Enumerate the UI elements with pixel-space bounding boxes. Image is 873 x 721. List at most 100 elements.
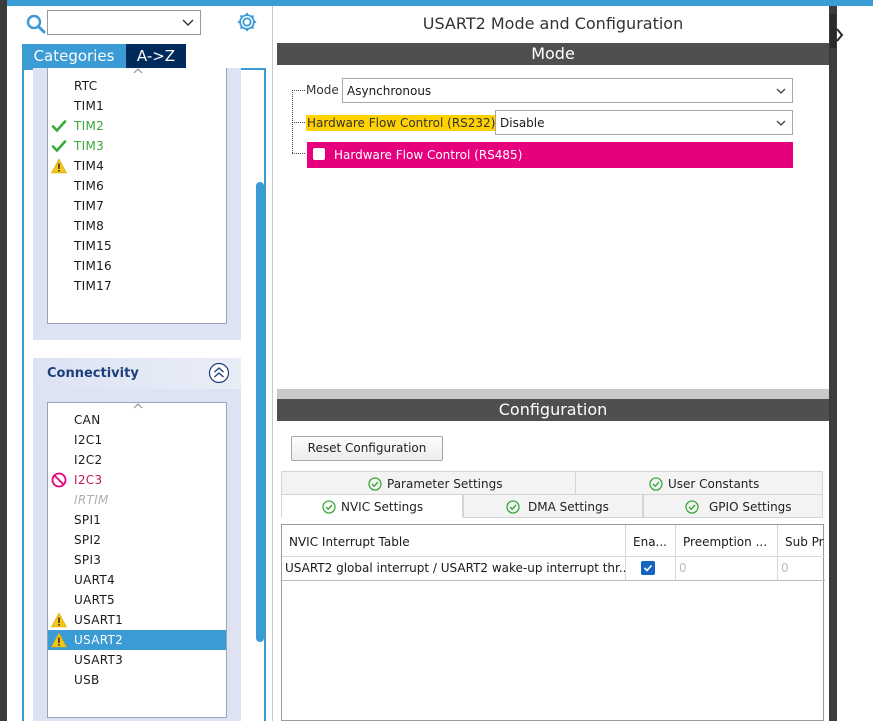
gear-icon[interactable] (236, 11, 258, 33)
list-item-tim8[interactable]: TIM8 (48, 216, 226, 236)
category-scrollbar[interactable] (256, 182, 264, 642)
column-header-label: Sub Pr (785, 535, 824, 549)
list-item-label: SPI3 (74, 553, 102, 567)
column-header[interactable]: NVIC Interrupt Table (282, 525, 626, 557)
list-item-tim1[interactable]: TIM1 (48, 96, 226, 116)
list-item-label: USB (74, 673, 100, 687)
connectivity-header[interactable]: Connectivity (33, 358, 241, 389)
rs485-row[interactable]: Hardware Flow Control (RS485) (307, 142, 793, 168)
list-item-tim7[interactable]: TIM7 (48, 196, 226, 216)
list-item-tim2[interactable]: TIM2 (48, 116, 226, 136)
list-item-label: TIM17 (74, 279, 112, 293)
tab-user-constants[interactable]: User Constants (575, 471, 823, 495)
list-item-label: UART5 (74, 593, 115, 607)
check-icon (51, 120, 67, 133)
list-item-i2c1[interactable]: I2C1 (48, 430, 226, 450)
list-item-label: TIM8 (74, 219, 105, 233)
sub-priority-value: 0 (781, 561, 789, 575)
list-item-rtc[interactable]: RTC (48, 76, 226, 96)
list-item-label: TIM7 (74, 199, 105, 213)
collapse-icon[interactable] (208, 362, 230, 384)
column-header-label: Ena... (633, 535, 667, 549)
check-circle-icon (506, 500, 520, 514)
reset-configuration-button[interactable]: Reset Configuration (291, 436, 443, 461)
tab-parameter-settings[interactable]: Parameter Settings (281, 471, 576, 495)
table-row-interrupt-name[interactable]: USART2 global interrupt / USART2 wake-up… (282, 557, 626, 581)
column-header[interactable]: Sub Pr (778, 525, 825, 557)
categories-panel: Categories A->Z RTC TIM1 TIM2 TIM3 TIM4 TIM6 T… (7, 6, 273, 721)
chevron-down-icon[interactable] (181, 16, 195, 30)
preemption-value: 0 (679, 561, 687, 575)
list-item-tim16[interactable]: TIM16 (48, 256, 226, 276)
connectivity-list: CAN I2C1 I2C2 I2C3 IRTIM SPI1 SPI2 SPI3 UART4 UAR… (47, 402, 227, 718)
list-item-tim15[interactable]: TIM15 (48, 236, 226, 256)
connectivity-title: Connectivity (47, 366, 139, 381)
collapse-arrow-icon[interactable] (836, 28, 844, 42)
tab-gpio-settings[interactable]: GPIO Settings (643, 494, 823, 518)
list-item-i2c3[interactable]: I2C3 (48, 470, 226, 490)
rs232-value: Disable (500, 116, 545, 130)
left-window-edge (0, 0, 7, 721)
list-item-usart1[interactable]: USART1 (48, 610, 226, 630)
list-item-label: I2C1 (74, 433, 103, 447)
list-item-label: IRTIM (74, 493, 109, 507)
list-item-tim4[interactable]: TIM4 (48, 156, 226, 176)
mode-select[interactable]: Asynchronous (342, 78, 793, 103)
list-item-usb[interactable]: USB (48, 670, 226, 690)
list-item-spi2[interactable]: SPI2 (48, 530, 226, 550)
scroll-up-caret-icon[interactable] (133, 403, 143, 409)
tab-label: NVIC Settings (341, 500, 424, 514)
list-item-tim17[interactable]: TIM17 (48, 276, 226, 296)
page-title: USART2 Mode and Configuration (422, 14, 684, 33)
chevron-down-icon (776, 120, 786, 126)
column-header[interactable]: Preemption ... (676, 525, 778, 557)
list-item-uart5[interactable]: UART5 (48, 590, 226, 610)
mode-section-header: Mode (277, 43, 829, 65)
tab-a-to-z[interactable]: A->Z (126, 44, 186, 68)
list-item-label: CAN (74, 413, 101, 427)
list-item-uart4[interactable]: UART4 (48, 570, 226, 590)
table-row-enabled[interactable] (626, 557, 676, 581)
list-item-label: SPI2 (74, 533, 102, 547)
tab-categories[interactable]: Categories (22, 44, 126, 68)
tree-connector (292, 153, 305, 154)
table-row-preemption[interactable]: 0 (676, 557, 778, 581)
column-header[interactable]: Ena... (626, 525, 676, 557)
check-circle-icon (649, 477, 663, 491)
check-icon (51, 140, 67, 153)
list-item-tim6[interactable]: TIM6 (48, 176, 226, 196)
mode-configuration-panel: USART2 Mode and Configuration Mode Mode … (277, 6, 829, 721)
list-item-spi3[interactable]: SPI3 (48, 550, 226, 570)
tree-connector (292, 90, 305, 91)
warning-icon (51, 158, 67, 174)
list-item-label: USART2 (74, 633, 124, 647)
rs485-label: Hardware Flow Control (RS485) (334, 148, 523, 162)
rs485-checkbox[interactable] (313, 148, 325, 160)
list-item-label: TIM2 (74, 119, 105, 133)
table-row-sub-priority[interactable]: 0 (778, 557, 825, 581)
tab-label: GPIO Settings (709, 500, 792, 514)
list-item-label: SPI1 (74, 513, 102, 527)
list-item-can[interactable]: CAN (48, 410, 226, 430)
search-input[interactable] (47, 10, 201, 35)
mode-value: Asynchronous (347, 84, 432, 98)
tab-label: Parameter Settings (387, 477, 503, 491)
search-icon[interactable] (26, 14, 46, 34)
list-item-irtim[interactable]: IRTIM (48, 490, 226, 510)
scroll-up-caret-icon[interactable] (133, 68, 143, 74)
list-item-spi1[interactable]: SPI1 (48, 510, 226, 530)
list-item-usart2[interactable]: USART2 (48, 630, 226, 650)
checkbox-checked-icon[interactable] (641, 561, 655, 575)
list-item-i2c2[interactable]: I2C2 (48, 450, 226, 470)
check-circle-icon (368, 477, 382, 491)
tab-nvic-settings[interactable]: NVIC Settings (281, 494, 463, 518)
tab-dma-settings[interactable]: DMA Settings (463, 494, 643, 518)
interrupt-name: USART2 global interrupt / USART2 wake-up… (285, 561, 626, 575)
list-item-tim3[interactable]: TIM3 (48, 136, 226, 156)
configuration-section-header: Configuration (277, 399, 829, 421)
list-item-label: TIM3 (74, 139, 105, 153)
panel-splitter[interactable] (277, 389, 829, 399)
list-item-label: I2C3 (74, 473, 103, 487)
list-item-usart3[interactable]: USART3 (48, 650, 226, 670)
rs232-select[interactable]: Disable (495, 110, 793, 135)
